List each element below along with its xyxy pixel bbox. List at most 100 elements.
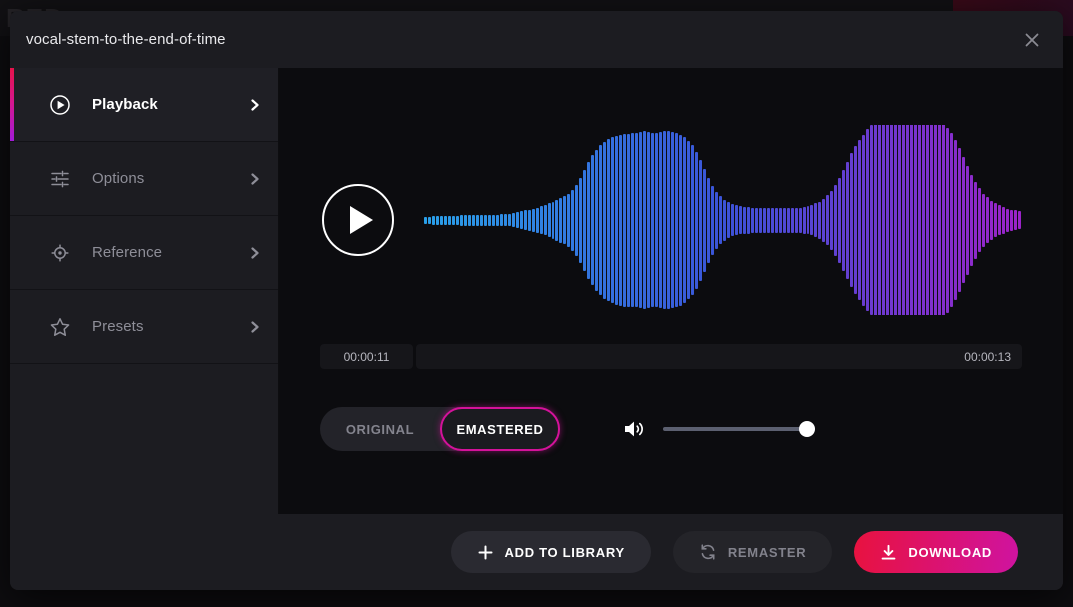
download-button[interactable]: DOWNLOAD xyxy=(854,531,1018,573)
waveform-bar xyxy=(910,125,913,315)
star-icon xyxy=(48,315,72,339)
waveform-bar xyxy=(655,133,658,307)
remaster-label: REMASTER xyxy=(728,545,807,560)
add-to-library-label: ADD TO LIBRARY xyxy=(505,545,625,560)
sidebar-item-label: Presets xyxy=(92,318,144,335)
waveform-bar xyxy=(783,208,786,233)
sidebar-item-reference[interactable]: Reference xyxy=(10,216,278,290)
modal-body: Playback xyxy=(10,68,1063,514)
plus-icon xyxy=(477,544,494,561)
waveform-bar xyxy=(699,160,702,281)
waveform-bar xyxy=(567,194,570,247)
waveform-bar xyxy=(970,175,973,266)
waveform-bar xyxy=(1002,207,1005,234)
sidebar-item-options[interactable]: Options xyxy=(10,142,278,216)
waveform-bar xyxy=(599,145,602,295)
waveform-bar xyxy=(799,208,802,233)
waveform-bar xyxy=(810,205,813,235)
remaster-button[interactable]: REMASTER xyxy=(673,531,833,573)
waveform-bar xyxy=(902,125,905,315)
waveform-bar xyxy=(719,196,722,244)
waveform-bar xyxy=(982,194,985,247)
waveform-bar xyxy=(803,207,806,234)
waveform-bar xyxy=(751,208,754,233)
waveform-bar xyxy=(484,215,487,226)
sidebar-item-presets[interactable]: Presets xyxy=(10,290,278,364)
waveform-bar xyxy=(807,206,810,234)
waveform-bar xyxy=(858,140,861,300)
close-icon[interactable] xyxy=(1015,23,1049,57)
waveform-bar xyxy=(759,208,762,233)
waveform-bar xyxy=(667,131,670,309)
waveform-bar xyxy=(647,132,650,308)
sidebar-item-label: Reference xyxy=(92,244,162,261)
waveform-bar xyxy=(731,204,734,236)
volume-group xyxy=(623,419,815,439)
waveform-bar xyxy=(444,216,447,225)
waveform-bar xyxy=(460,215,463,226)
waveform-bar xyxy=(950,133,953,307)
waveform-bar xyxy=(898,125,901,315)
waveform-bar xyxy=(767,208,770,233)
waveform-bar xyxy=(643,131,646,309)
sidebar-item-playback[interactable]: Playback xyxy=(10,68,278,142)
waveform-bar xyxy=(914,125,917,315)
waveform-bar xyxy=(958,148,961,292)
waveform-bar xyxy=(938,125,941,315)
waveform-bar xyxy=(428,217,431,224)
waveform-bar xyxy=(779,208,782,233)
waveform-bar xyxy=(452,216,455,225)
toggle-option-emastered[interactable]: EMASTERED xyxy=(440,407,560,451)
waveform-bar xyxy=(480,215,483,226)
waveform-bar xyxy=(663,131,666,309)
waveform-bar xyxy=(583,170,586,271)
waveform-bar xyxy=(548,203,551,237)
add-to-library-button[interactable]: ADD TO LIBRARY xyxy=(451,531,651,573)
ab-compare-toggle: ORIGINAL EMASTERED xyxy=(320,407,560,451)
waveform-bar xyxy=(540,206,543,234)
waveform-bar xyxy=(504,214,507,226)
waveform-bar xyxy=(571,190,574,251)
chevron-right-icon xyxy=(248,320,262,334)
waveform-bar xyxy=(544,205,547,235)
waveform-bar xyxy=(691,145,694,295)
waveform-bar xyxy=(990,201,993,240)
elapsed-time[interactable]: 00:00:11 xyxy=(320,344,413,369)
waveform-bar xyxy=(830,191,833,250)
waveform-bar xyxy=(723,200,726,241)
waveform-bar xyxy=(687,141,690,299)
waveform-bar xyxy=(998,205,1001,235)
waveform-bar xyxy=(954,140,957,300)
volume-thumb[interactable] xyxy=(799,421,815,437)
waveform-bar xyxy=(922,125,925,315)
toggle-option-original[interactable]: ORIGINAL xyxy=(320,407,440,451)
waveform-bar xyxy=(536,208,539,233)
waveform-bar xyxy=(524,210,527,230)
waveform-bar xyxy=(488,215,491,226)
waveform-bar xyxy=(436,216,439,225)
seek-row: 00:00:11 00:00:13 xyxy=(320,344,1022,369)
waveform-bar xyxy=(1018,211,1021,229)
waveform-bar xyxy=(946,128,949,313)
waveform-bar xyxy=(512,213,515,227)
volume-slider[interactable] xyxy=(663,420,815,438)
waveform[interactable] xyxy=(424,125,1022,315)
waveform-bar xyxy=(866,129,869,311)
waveform-bar xyxy=(631,133,634,307)
waveform-bar xyxy=(679,135,682,306)
chevron-right-icon xyxy=(248,246,262,260)
waveform-bar xyxy=(595,150,598,291)
waveform-bar xyxy=(854,146,857,294)
waveform-bar xyxy=(615,136,618,305)
seek-bar[interactable]: 00:00:13 xyxy=(416,344,1022,369)
waveform-bar xyxy=(627,134,630,307)
waveform-bar xyxy=(882,125,885,315)
waveform-bar xyxy=(492,215,495,226)
waveform-bar xyxy=(874,125,877,315)
volume-icon[interactable] xyxy=(623,419,645,439)
play-button[interactable] xyxy=(322,184,394,256)
waveform-bar xyxy=(942,125,945,315)
play-icon xyxy=(350,206,373,234)
waveform-bar xyxy=(974,182,977,259)
player-modal: vocal-stem-to-the-end-of-time Playback xyxy=(10,11,1063,590)
